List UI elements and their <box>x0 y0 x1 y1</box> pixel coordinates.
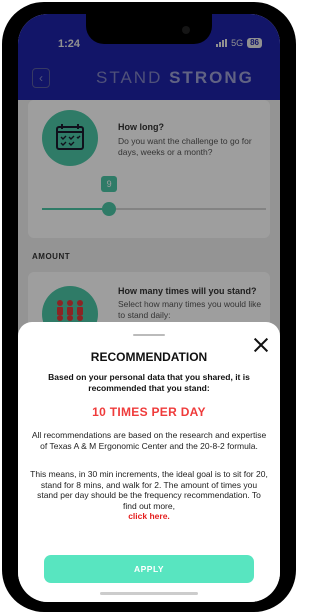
sheet-paragraph-formula: This means, in 30 min increments, the id… <box>30 469 268 522</box>
apply-button[interactable]: APPLY <box>44 555 254 583</box>
sheet-title: RECOMMENDATION <box>90 350 208 364</box>
home-indicator <box>100 592 198 595</box>
recommendation-value: 10 TIMES PER DAY <box>92 405 206 419</box>
formula-text: This means, in 30 min increments, the id… <box>30 469 268 511</box>
phone-frame: 1:24 5G 86 ‹ STAND STRONG How long? Do y… <box>2 2 296 612</box>
recommendation-sheet: RECOMMENDATION Based on your personal da… <box>18 322 280 602</box>
sheet-paragraph-research: All recommendations are based on the res… <box>31 430 267 451</box>
click-here-link[interactable]: click here. <box>128 511 170 521</box>
screen: 1:24 5G 86 ‹ STAND STRONG How long? Do y… <box>18 14 280 602</box>
sheet-drag-handle[interactable] <box>133 334 165 336</box>
sheet-intro: Based on your personal data that you sha… <box>48 372 250 393</box>
